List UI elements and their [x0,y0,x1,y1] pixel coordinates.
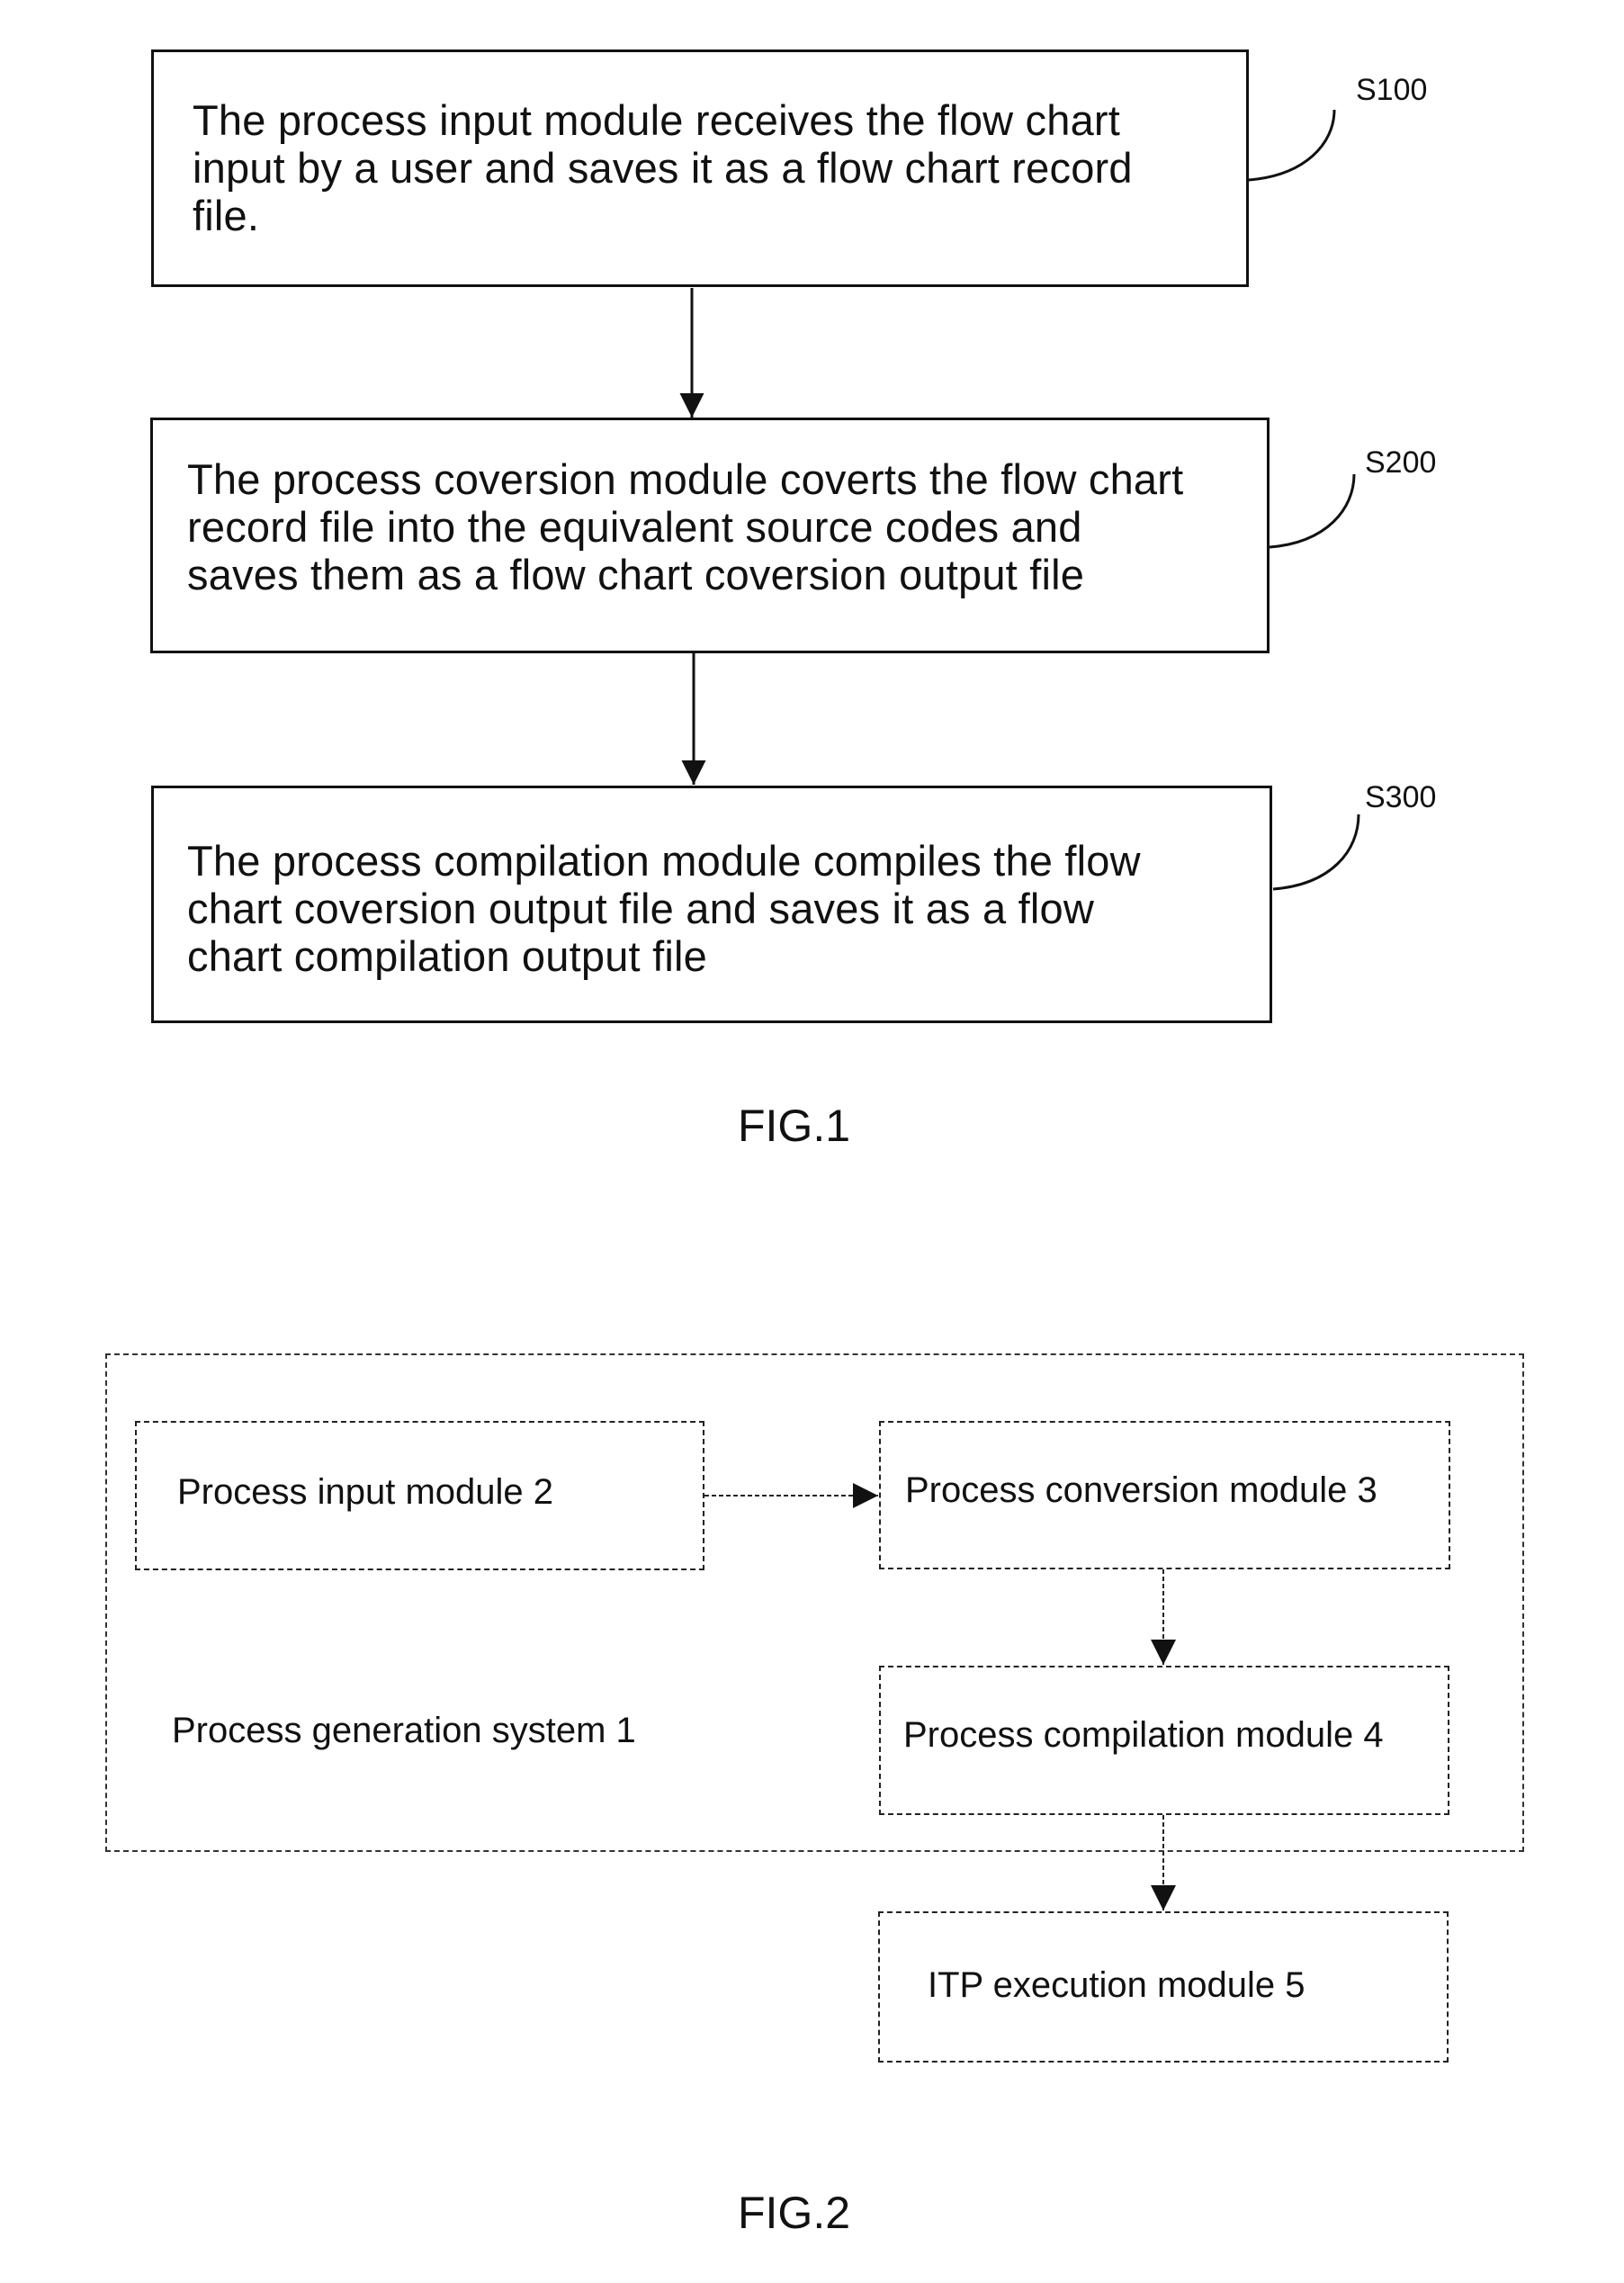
step-ref-s300: S300 [1365,780,1437,814]
step-line: record file into the equivalent source c… [187,503,1082,551]
step-ref-s100: S100 [1356,73,1428,107]
figure-caption-2: FIG.2 [738,2188,851,2238]
step-text-s300: The process compilation module compiles … [187,837,1141,980]
figure-caption-1: FIG.1 [738,1101,851,1151]
process-conversion-module-label: Process conversion module 3 [905,1470,1377,1510]
step-line: input by a user and saves it as a flow c… [193,144,1133,192]
step-text-s200: The process coversion module coverts the… [187,455,1183,598]
step-line: The process compilation module compiles … [187,837,1141,885]
step-line: The process input module receives the fl… [193,96,1121,144]
step-text-s100: The process input module receives the fl… [193,96,1133,239]
process-input-module-label: Process input module 2 [177,1472,554,1512]
leader-s200 [1269,473,1356,549]
itp-execution-module-label: ITP execution module 5 [928,1965,1305,2005]
step-line: The process coversion module coverts the… [187,455,1184,503]
process-compilation-module-label: Process compilation module 4 [903,1715,1384,1755]
step-ref-s200: S200 [1365,445,1437,480]
leader-s300 [1272,813,1360,891]
step-line: chart coversion output file and saves it… [187,885,1094,932]
step-line: chart compilation output file [187,932,707,980]
step-line: file. [193,192,260,239]
step-line: saves them as a flow chart coversion out… [187,551,1085,598]
process-generation-system-label: Process generation system 1 [172,1711,636,1750]
leader-s100 [1248,109,1336,182]
